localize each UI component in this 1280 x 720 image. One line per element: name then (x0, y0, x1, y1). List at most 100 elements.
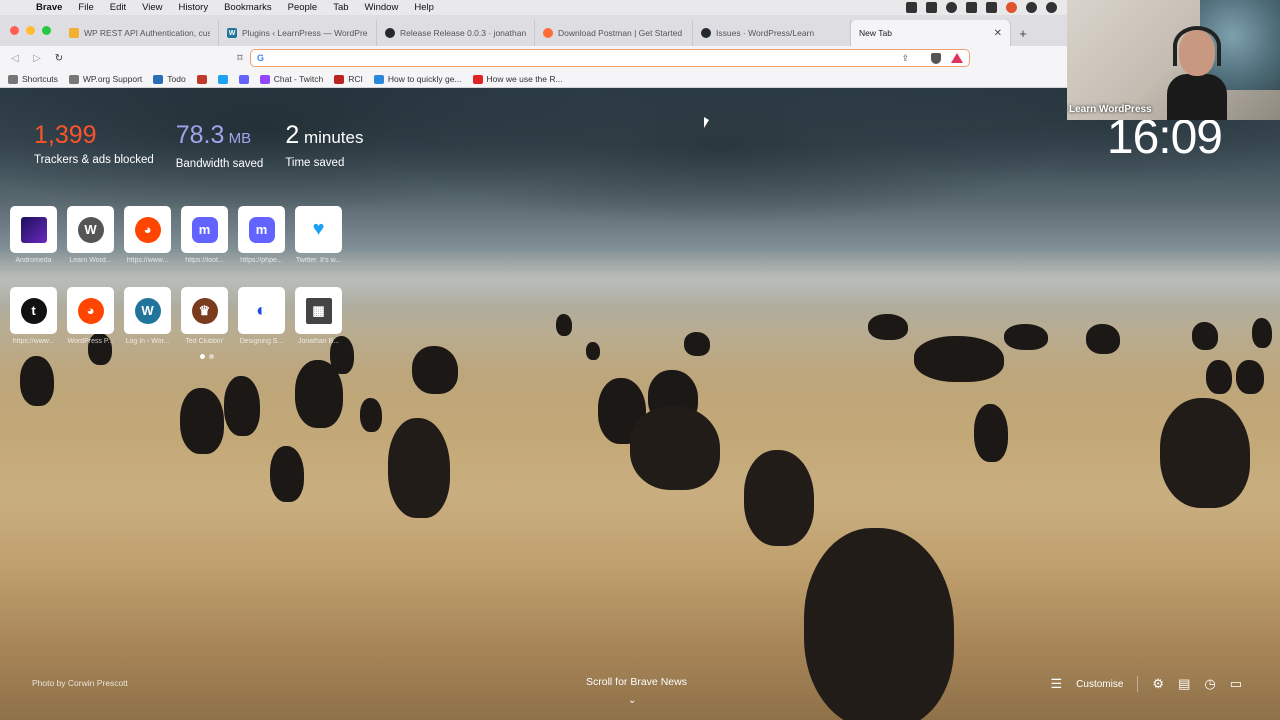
tab-wp-rest-api[interactable]: WP REST API Authentication, custo (61, 20, 219, 46)
photo-credit[interactable]: Photo by Corwin Prescott (32, 678, 128, 688)
brave-rewards-icon[interactable] (951, 53, 963, 63)
bookmarks-icon[interactable]: ▤ (1178, 676, 1190, 692)
bolt-icon[interactable] (1026, 2, 1037, 13)
top-site-tile[interactable]: ♛ Ted Clubbin' (181, 287, 228, 345)
bookmark-icon[interactable]: ⌑ (230, 53, 250, 64)
brave-tray-icon[interactable] (1006, 2, 1017, 13)
notification-icon[interactable] (1046, 2, 1057, 13)
bookmark-gmail[interactable] (196, 74, 207, 84)
top-site-tile[interactable]: t https://www... (10, 287, 57, 345)
tab-title: Plugins ‹ LearnPress — WordPress (242, 28, 368, 38)
menu-people[interactable]: People (280, 0, 326, 15)
share-icon[interactable]: ⇪ (901, 53, 909, 64)
new-tab-button[interactable]: + (1011, 20, 1035, 46)
stat-trackers: 1,399 Trackers & ads blocked (34, 120, 154, 170)
menu-file[interactable]: File (70, 0, 101, 15)
k-icon[interactable] (926, 2, 937, 13)
top-sites-pager (200, 354, 214, 359)
menu-history[interactable]: History (171, 0, 217, 15)
tab-title: Issues · WordPress/Learn (716, 28, 815, 38)
pager-dot[interactable] (209, 354, 214, 359)
bookmark-how-we-use[interactable]: How we use the R... (472, 74, 563, 84)
presenter-body (1167, 74, 1227, 120)
andromeda-icon (20, 216, 47, 243)
bandwidth-label: Bandwidth saved (175, 158, 264, 170)
menu-tab[interactable]: Tab (325, 0, 356, 15)
webcam-label: Learn WordPress (1069, 104, 1152, 115)
github-icon (701, 28, 711, 38)
ted-icon: ♛ (191, 297, 218, 324)
brave-shields-icon[interactable] (931, 52, 941, 64)
menu-app-name[interactable]: Brave (28, 0, 70, 15)
gmail-icon (196, 74, 207, 84)
top-site-tile[interactable]: m https://phpe... (238, 206, 285, 264)
menu-help[interactable]: Help (406, 0, 442, 15)
address-bar[interactable]: G ⇪ (250, 49, 970, 67)
yak-image (1004, 324, 1048, 350)
top-site-tile[interactable]: ◕ WordPress P... (67, 287, 114, 345)
tab-new-tab[interactable]: New Tab ✕ (851, 20, 1011, 46)
time-label: Time saved (285, 157, 345, 169)
chevron-down-icon[interactable]: ⌄ (628, 695, 636, 706)
top-site-tile[interactable]: ◕ https://www... (124, 206, 171, 264)
bookmark-rci[interactable]: RCI (334, 74, 363, 84)
top-site-tile[interactable]: W Log In ‹ Wor... (124, 287, 171, 345)
google-icon: G (257, 53, 265, 63)
tile-box: W (67, 206, 114, 253)
headphones-icon (1173, 26, 1221, 66)
top-sites-row: Andromeda W Learn Word... ◕ https://www.… (10, 206, 342, 264)
sync-icon[interactable] (966, 2, 977, 13)
close-window-button[interactable] (10, 26, 19, 35)
top-site-tile[interactable]: ▦ Jonathan B... (295, 287, 342, 345)
close-tab-icon[interactable]: ✕ (994, 28, 1002, 39)
zoom-window-button[interactable] (42, 26, 51, 35)
bandwidth-unit: MB (224, 130, 252, 147)
bookmark-how-to-quickly[interactable]: How to quickly ge... (373, 74, 462, 84)
privacy-stats: 1,399 Trackers & ads blocked 78.3 MB Ban… (34, 120, 363, 170)
tile-box: ▦ (295, 287, 342, 334)
menu-window[interactable]: Window (357, 0, 407, 15)
bookmark-mastodon[interactable] (238, 74, 249, 84)
brave-talk-icon[interactable]: ▭ (1230, 676, 1242, 692)
tab-github-release[interactable]: Release Release 0.0.3 · jonathanbo (377, 20, 535, 46)
scroll-for-news[interactable]: Scroll for Brave News (586, 676, 687, 688)
bookmark-wp-support[interactable]: WP.org Support (68, 74, 142, 84)
top-site-tile[interactable]: m https://toot... (181, 206, 228, 264)
bookmark-todo[interactable]: Todo (153, 74, 186, 84)
forward-icon[interactable]: ▷ (26, 53, 48, 64)
bookmark-twitch[interactable]: Chat - Twitch (259, 74, 323, 84)
top-site-tile[interactable]: ◐ Designing S... (238, 287, 285, 345)
onepassword-icon[interactable] (946, 2, 957, 13)
designing-icon: ◐ (256, 300, 267, 320)
menu-edit[interactable]: Edit (102, 0, 134, 15)
tab-postman[interactable]: Download Postman | Get Started fo (535, 20, 693, 46)
tile-box (10, 206, 57, 253)
tile-box: m (181, 206, 228, 253)
top-site-tile[interactable]: ♥ Twitter. It's w... (295, 206, 342, 264)
address-input[interactable] (270, 52, 963, 64)
yak-image (586, 342, 600, 360)
top-sites: Andromeda W Learn Word... ◕ https://www.… (10, 206, 342, 368)
minimize-window-button[interactable] (26, 26, 35, 35)
yak-image (1236, 360, 1264, 394)
yak-image (684, 332, 710, 356)
history-icon[interactable]: ◷ (1204, 676, 1215, 692)
tab-github-issues[interactable]: Issues · WordPress/Learn (693, 20, 851, 46)
pager-dot[interactable] (200, 354, 205, 359)
top-site-tile[interactable]: Andromeda (10, 206, 57, 264)
gear-icon[interactable]: ⚙ (1152, 676, 1164, 692)
customise-button[interactable]: Customise (1076, 679, 1123, 690)
yak-image (180, 388, 224, 454)
display-icon[interactable] (986, 2, 997, 13)
menu-view[interactable]: View (134, 0, 170, 15)
dropbox-icon[interactable] (906, 2, 917, 13)
bookmark-twitter[interactable] (217, 74, 228, 84)
top-site-tile[interactable]: W Learn Word... (67, 206, 114, 264)
tab-title: Download Postman | Get Started fo (558, 28, 684, 38)
reload-icon[interactable]: ↻ (48, 53, 70, 64)
bookmark-shortcuts[interactable]: Shortcuts (8, 74, 58, 84)
back-icon[interactable]: ◁ (4, 53, 26, 64)
tab-plugins-learnpress[interactable]: W Plugins ‹ LearnPress — WordPress (219, 20, 377, 46)
menu-bookmarks[interactable]: Bookmarks (216, 0, 280, 15)
tile-caption: WordPress P... (67, 338, 114, 345)
